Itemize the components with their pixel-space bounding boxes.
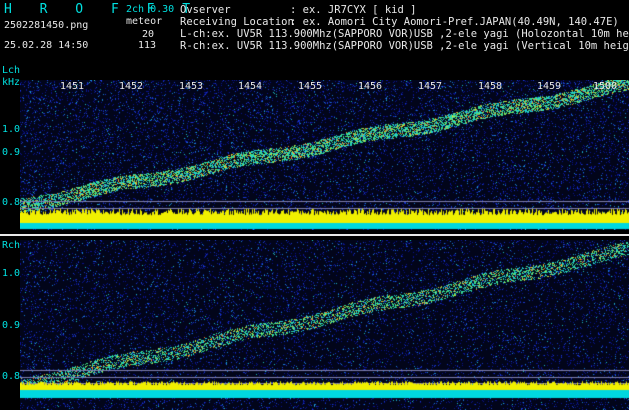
- lch-y-label: 0.9: [2, 147, 21, 158]
- time-label: 1454: [238, 81, 263, 92]
- lch-y-label: 1.0: [2, 124, 21, 135]
- rch-y-label: 0.9: [2, 320, 21, 331]
- lch-receiver-info: L-ch:ex. UV5R 113.900Mhz(SAPPORO VOR)USB…: [180, 28, 629, 40]
- mode-sub-label: meteor: [126, 16, 163, 27]
- date-time: 25.02.28 14:50: [4, 40, 89, 51]
- rch-receiver-info: R-ch:ex. UV5R 113.900Mhz(SAPPORO VOR)USB…: [180, 40, 629, 52]
- location-value: : ex. Aomori City Aomori-Pref.JAPAN(40.4…: [290, 16, 619, 28]
- lch-unit-label: kHz: [2, 77, 21, 88]
- time-label: 1451: [60, 81, 85, 92]
- time-label: 1457: [418, 81, 443, 92]
- panel-separator: [0, 234, 629, 236]
- time-label: 1456: [358, 81, 383, 92]
- lch-spectrogram: [20, 80, 629, 230]
- lch-count: 20: [142, 29, 155, 40]
- observer-value: : ex. JR7CYX [ kid ]: [290, 4, 417, 16]
- mode-label: 2ch 0.30: [126, 4, 175, 15]
- time-label: 1459: [537, 81, 562, 92]
- lch-channel-label: Lch: [2, 65, 21, 76]
- time-label: 1500: [593, 81, 618, 92]
- time-label: 1453: [179, 81, 204, 92]
- location-label: Receiving Location: [180, 16, 294, 28]
- rch-y-label: 1.0: [2, 268, 21, 279]
- time-label: 1458: [478, 81, 503, 92]
- lch-y-label: 0.8: [2, 197, 21, 208]
- rch-spectrogram: [20, 240, 629, 410]
- observer-label: Ovserver: [180, 4, 231, 16]
- rch-channel-label: Rch: [2, 240, 21, 251]
- rch-y-label: 0.8: [2, 371, 21, 382]
- file-name: 2502281450.png: [4, 20, 89, 31]
- time-label: 1455: [298, 81, 323, 92]
- time-label: 1452: [119, 81, 144, 92]
- rch-count: 113: [138, 40, 157, 51]
